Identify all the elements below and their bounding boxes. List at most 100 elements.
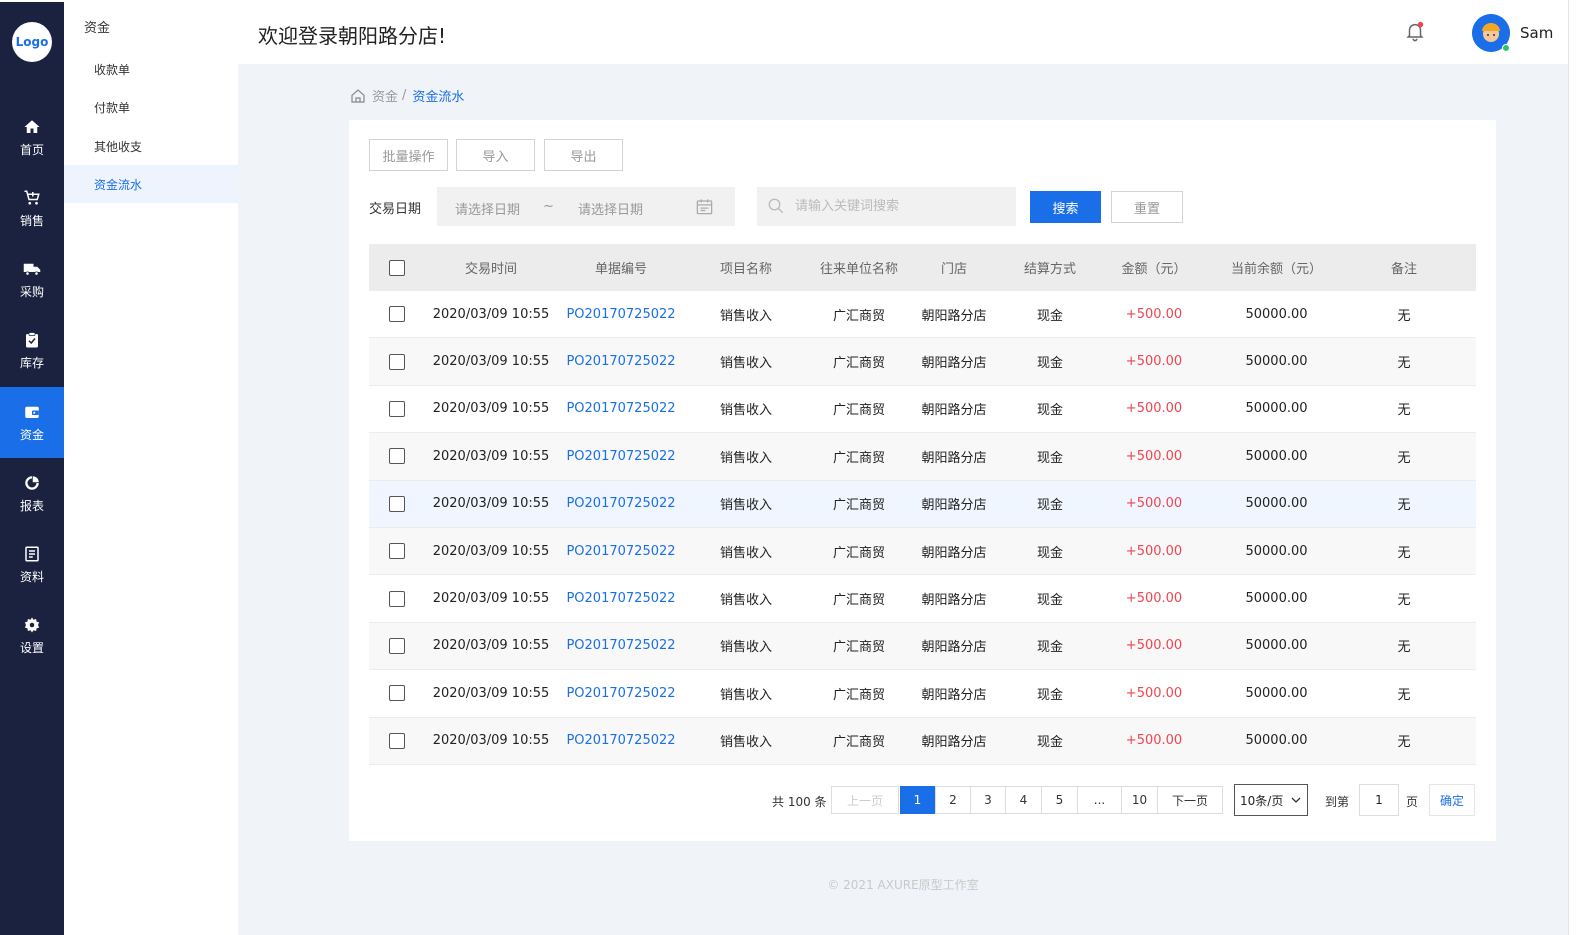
cell-settlement: 现金 bbox=[1036, 640, 1063, 656]
page-button[interactable]: 3 bbox=[970, 786, 1006, 814]
goto-confirm-button[interactable]: 确定 bbox=[1429, 784, 1475, 816]
cell-time: 2020/03/09 10:55 bbox=[432, 543, 550, 559]
table-row[interactable]: 2020/03/09 10:55 PO20170725022 销售收入 广汇商贸 朝阳路… bbox=[369, 527, 1476, 576]
document-number-link[interactable]: PO20170725022 bbox=[561, 433, 681, 479]
document-number-link[interactable]: PO20170725022 bbox=[561, 291, 681, 337]
batch-button[interactable]: 批量操作 bbox=[369, 139, 448, 171]
home-icon[interactable] bbox=[350, 88, 366, 104]
cell-balance: 50000.00 bbox=[1245, 306, 1308, 322]
cell-project: 销售收入 bbox=[719, 498, 772, 514]
column-header: 单据编号 bbox=[594, 262, 647, 277]
table-row[interactable]: 2020/03/09 10:55 PO20170725022 销售收入 广汇商贸 朝阳路… bbox=[369, 338, 1476, 386]
logo[interactable]: Logo bbox=[12, 22, 52, 62]
online-status-dot bbox=[1502, 44, 1510, 52]
subnav-item-payments[interactable]: 付款单 bbox=[64, 88, 238, 126]
nav-item-reports[interactable]: 报表 bbox=[0, 458, 64, 529]
page-size-select[interactable]: 10条/页 bbox=[1234, 784, 1308, 816]
search-button[interactable]: 搜索 bbox=[1030, 191, 1101, 223]
table-row[interactable]: 2020/03/09 10:55 PO20170725022 销售收入 广汇商贸 朝阳路… bbox=[369, 480, 1476, 528]
table-row[interactable]: 2020/03/09 10:55 PO20170725022 销售收入 广汇商贸 朝阳路… bbox=[369, 575, 1476, 623]
row-checkbox[interactable] bbox=[389, 590, 405, 607]
row-checkbox[interactable] bbox=[389, 495, 405, 512]
reset-button[interactable]: 重置 bbox=[1111, 191, 1183, 223]
table-row[interactable]: 2020/03/09 10:55 PO20170725022 销售收入 广汇商贸 朝阳路… bbox=[369, 670, 1476, 718]
select-all-checkbox[interactable] bbox=[389, 259, 405, 276]
row-select-cell bbox=[381, 338, 413, 384]
page-button[interactable]: 4 bbox=[1005, 786, 1042, 814]
nav-item-home[interactable]: 首页 bbox=[0, 102, 64, 173]
cell-project: 销售收入 bbox=[719, 450, 772, 466]
goto-suffix: 页 bbox=[1406, 795, 1419, 809]
table-row[interactable]: 2020/03/09 10:55 PO20170725022 销售收入 广汇商贸 朝阳路… bbox=[369, 291, 1476, 339]
cell-time: 2020/03/09 10:55 bbox=[432, 306, 550, 322]
document-number-link[interactable]: PO20170725022 bbox=[561, 670, 681, 716]
table-row[interactable]: 2020/03/09 10:55 PO20170725022 销售收入 广汇商贸 朝阳路… bbox=[369, 433, 1476, 481]
page-button[interactable]: 1 bbox=[900, 786, 935, 814]
scrollbar[interactable] bbox=[1568, 0, 1586, 935]
date-range-picker[interactable]: 请选择日期 ~ 请选择日期 bbox=[437, 187, 735, 226]
cell-note: 无 bbox=[1397, 308, 1411, 324]
date-filter-label: 交易日期 bbox=[369, 202, 422, 217]
breadcrumb-parent[interactable]: 资金 bbox=[372, 86, 398, 105]
document-number-link[interactable]: PO20170725022 bbox=[561, 623, 681, 669]
nav-item-purchase[interactable]: 采购 bbox=[0, 244, 64, 315]
subnav-item-receipts[interactable]: 收款单 bbox=[64, 50, 238, 88]
goto-page-input[interactable] bbox=[1359, 784, 1399, 816]
start-date-field[interactable]: 请选择日期 bbox=[455, 199, 520, 218]
page-button[interactable]: 10 bbox=[1121, 786, 1158, 814]
nav-item-inventory[interactable]: 库存 bbox=[0, 315, 64, 386]
row-checkbox[interactable] bbox=[389, 400, 405, 417]
subnav-item-cash-flow[interactable]: 资金流水 bbox=[64, 165, 238, 203]
cell-store: 朝阳路分店 bbox=[921, 545, 987, 561]
document-number-link[interactable]: PO20170725022 bbox=[561, 338, 681, 384]
row-checkbox[interactable] bbox=[389, 637, 405, 654]
row-checkbox[interactable] bbox=[389, 732, 405, 749]
row-checkbox[interactable] bbox=[389, 306, 405, 323]
nav-item-settings[interactable]: 设置 bbox=[0, 600, 64, 671]
end-date-field[interactable]: 请选择日期 bbox=[578, 199, 643, 218]
row-checkbox[interactable] bbox=[389, 353, 405, 370]
row-checkbox[interactable] bbox=[389, 685, 405, 702]
chart-icon bbox=[25, 475, 39, 490]
gear-icon bbox=[24, 617, 40, 632]
user-name[interactable]: Sam bbox=[1520, 24, 1553, 42]
bell-icon[interactable] bbox=[1404, 20, 1426, 42]
page-button[interactable]: 2 bbox=[935, 786, 971, 814]
nav-item-sales[interactable]: 销售 bbox=[0, 173, 64, 244]
cell-settlement: 现金 bbox=[1036, 498, 1063, 514]
next-page-button[interactable]: 下一页 bbox=[1157, 786, 1223, 814]
cell-balance: 50000.00 bbox=[1245, 354, 1308, 370]
sub-nav: 资金 收款单 付款单 其他收支 资金流水 bbox=[64, 0, 238, 935]
export-button[interactable]: 导出 bbox=[544, 139, 623, 171]
content-card: 批量操作 导入 导出 交易日期 请选择日期 ~ 请选择日期 搜索 重置 交易时间… bbox=[349, 120, 1496, 841]
document-number-link[interactable]: PO20170725022 bbox=[561, 386, 681, 432]
cell-amount: +500.00 bbox=[1125, 448, 1183, 464]
row-checkbox[interactable] bbox=[389, 448, 405, 465]
subnav-item-other[interactable]: 其他收支 bbox=[64, 127, 238, 165]
cell-project: 销售收入 bbox=[719, 593, 772, 609]
page-button[interactable]: 5 bbox=[1041, 786, 1078, 814]
document-number-link[interactable]: PO20170725022 bbox=[561, 718, 681, 764]
page-ellipsis[interactable]: ... bbox=[1077, 786, 1122, 814]
nav-label: 资金 bbox=[19, 427, 44, 442]
cell-store: 朝阳路分店 bbox=[921, 308, 987, 324]
document-number-link[interactable]: PO20170725022 bbox=[561, 575, 681, 621]
table-row[interactable]: 2020/03/09 10:55 PO20170725022 销售收入 广汇商贸 朝阳路… bbox=[369, 385, 1476, 434]
nav-item-data[interactable]: 资料 bbox=[0, 529, 64, 600]
cell-store: 朝阳路分店 bbox=[921, 640, 987, 656]
table-row[interactable]: 2020/03/09 10:55 PO20170725022 销售收入 广汇商贸 朝阳路… bbox=[369, 717, 1476, 765]
search-input[interactable] bbox=[795, 187, 1010, 226]
nav-item-funds[interactable]: 资金 bbox=[0, 387, 64, 458]
cell-note: 无 bbox=[1397, 593, 1411, 609]
cell-settlement: 现金 bbox=[1036, 308, 1063, 324]
cell-partner: 广汇商贸 bbox=[832, 308, 885, 324]
calendar-icon[interactable] bbox=[695, 197, 714, 216]
table-header: 交易时间 单据编号 项目名称 往来单位名称 门店 结算方式 金额（元） 当前余额… bbox=[369, 244, 1476, 291]
import-button[interactable]: 导入 bbox=[456, 139, 535, 171]
prev-page-button[interactable]: 上一页 bbox=[831, 786, 899, 814]
subnav-title: 资金 bbox=[84, 21, 111, 36]
table-row[interactable]: 2020/03/09 10:55 PO20170725022 销售收入 广汇商贸 朝阳路… bbox=[369, 622, 1476, 671]
row-checkbox[interactable] bbox=[389, 543, 405, 560]
document-number-link[interactable]: PO20170725022 bbox=[561, 528, 681, 574]
document-number-link[interactable]: PO20170725022 bbox=[561, 481, 681, 527]
